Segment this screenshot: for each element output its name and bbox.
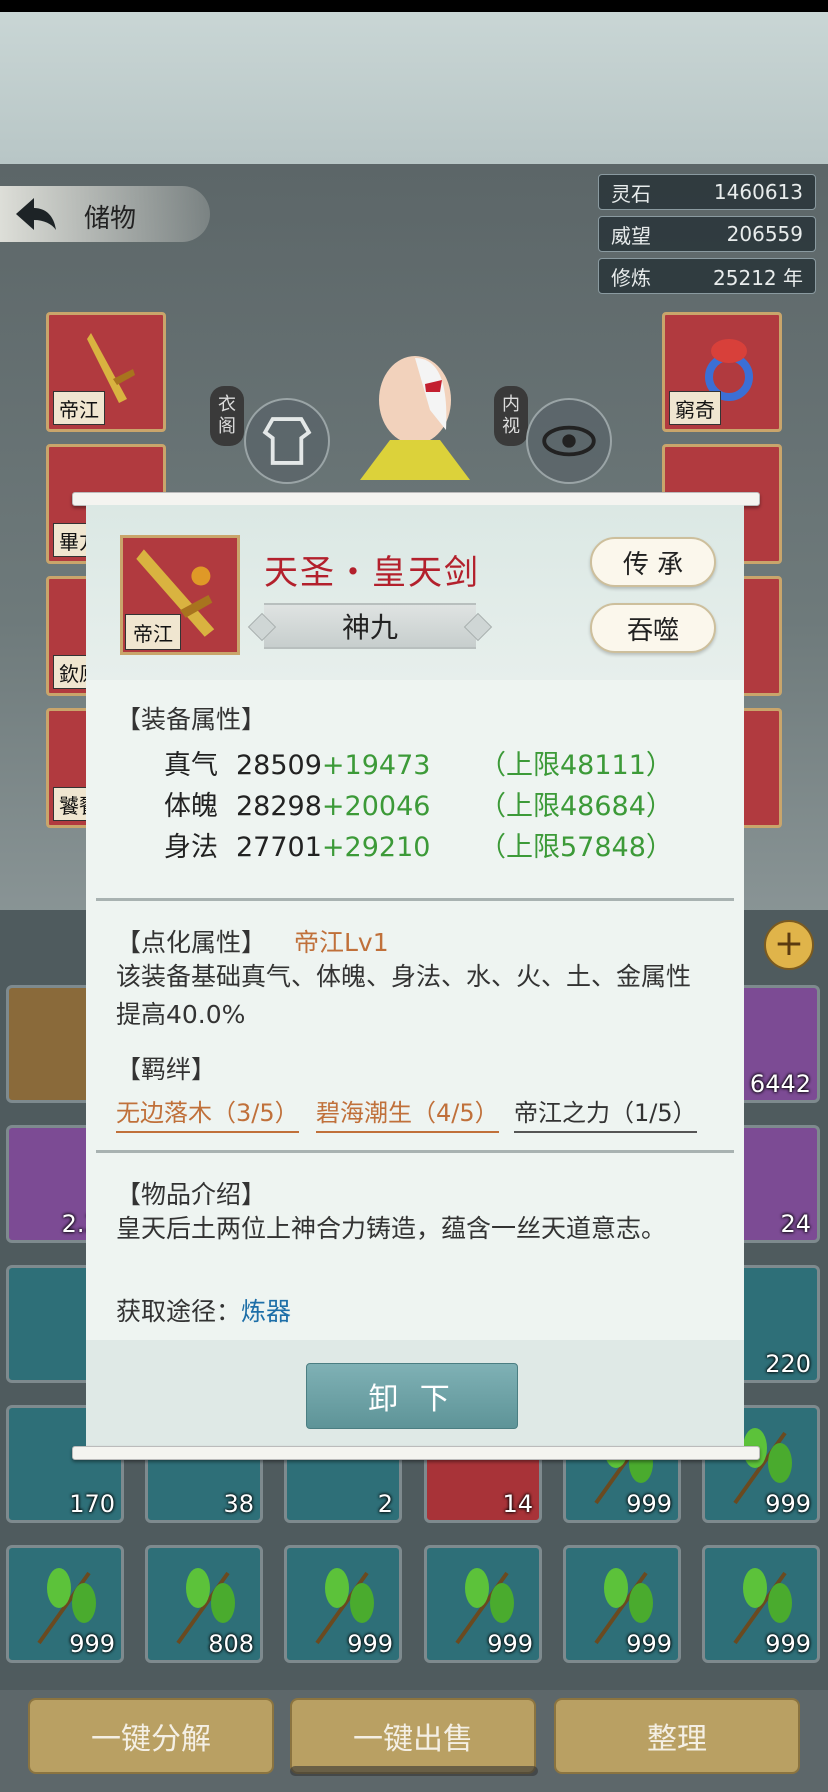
home-indicator (290, 1766, 538, 1776)
attr-row-qi: 真气 28509+19473 （上限48111） (164, 743, 673, 782)
inventory-cell[interactable]: 999 (563, 1545, 681, 1663)
resource-cultivation: 修炼 25212 年 (598, 258, 816, 294)
attr-limit: （上限48111） (479, 750, 673, 781)
attr-bonus: +29210 (321, 832, 431, 863)
item-count: 999 (765, 1630, 811, 1658)
item-detail-panel: 帝江 天圣・皇天剑 神九 传 承 吞噬 【装备属性】 真气 28509+19473… (86, 505, 744, 1447)
resource-label: 威望 (611, 223, 651, 248)
item-count: 24 (780, 1210, 811, 1238)
back-arrow-icon[interactable] (14, 194, 58, 234)
slot-glyph: 帝江 (53, 391, 105, 425)
resource-spirit-stone: 灵石 1460613 (598, 174, 816, 210)
equip-slot-ring[interactable]: 窮奇 (662, 312, 782, 432)
sell-all-button[interactable]: 一键出售 (290, 1698, 536, 1774)
source-line: 获取途径：炼器 (116, 1292, 291, 1328)
attr-label: 身法 (164, 832, 218, 863)
attr-base: 28298 (236, 791, 322, 822)
item-count: 170 (69, 1490, 115, 1518)
character-figure-icon (360, 356, 470, 480)
robe-icon (262, 417, 312, 465)
item-count: 38 (223, 1490, 254, 1518)
inner-view-label: 内视 (494, 386, 528, 446)
attr-limit: （上限57848） (479, 832, 673, 863)
item-count: 999 (765, 1490, 811, 1518)
inventory-cell[interactable]: 999 (702, 1545, 820, 1663)
inventory-cell[interactable]: 999 (424, 1545, 542, 1663)
attr-base: 28509 (236, 750, 322, 781)
resource-value: 25212 年 (713, 265, 803, 290)
item-count: 999 (626, 1630, 672, 1658)
bond-link[interactable]: 帝江之力（1/5） (514, 1093, 697, 1133)
item-rank: 神九 (264, 603, 476, 649)
equip-slot-weapon[interactable]: 帝江 (46, 312, 166, 432)
inventory-cell[interactable]: 999 (284, 1545, 402, 1663)
attr-limit: （上限48684） (479, 791, 673, 822)
organize-button[interactable]: 整理 (554, 1698, 800, 1774)
header-bar: 储物 (0, 186, 210, 242)
item-name: 天圣・皇天剑 (264, 553, 480, 593)
item-count: 808 (208, 1630, 254, 1658)
status-bar (0, 0, 828, 12)
attr-bonus: +19473 (321, 750, 431, 781)
item-count: 2 (377, 1490, 393, 1518)
attr-label: 真气 (164, 750, 218, 781)
intro-text: 皇天后土两位上神合力铸造，蕴含一丝天道意志。 (116, 1214, 667, 1243)
item-glyph: 帝江 (125, 614, 181, 650)
source-label: 获取途径： (116, 1297, 242, 1326)
scroll-rod-top (72, 492, 760, 506)
wardrobe-label: 衣阁 (210, 386, 244, 446)
expand-capacity-button[interactable]: + (764, 920, 814, 970)
refine-description: 该装备基础真气、体魄、身法、水、火、土、金属性提高40.0% (116, 962, 692, 1029)
inherit-button[interactable]: 传 承 (590, 537, 716, 587)
refine-name: 帝江Lv1 (293, 928, 389, 957)
inventory-cell[interactable]: 999 (6, 1545, 124, 1663)
item-count: 220 (765, 1350, 811, 1378)
bond-title: 【羁绊】 (116, 1055, 217, 1084)
character-avatar (330, 340, 500, 500)
divider (96, 898, 734, 901)
attr-label: 体魄 (164, 791, 218, 822)
item-count: 999 (626, 1490, 672, 1518)
attr-base: 27701 (236, 832, 322, 863)
devour-button[interactable]: 吞噬 (590, 603, 716, 653)
wardrobe-button[interactable] (244, 398, 330, 484)
inner-view-button[interactable] (526, 398, 612, 484)
unequip-button[interactable]: 卸 下 (306, 1363, 518, 1429)
item-count: 999 (347, 1630, 393, 1658)
resource-prestige: 威望 206559 (598, 216, 816, 252)
slot-glyph: 窮奇 (669, 391, 721, 425)
resource-value: 1460613 (713, 180, 803, 204)
divider (96, 1150, 734, 1153)
page-title: 储物 (84, 204, 137, 234)
resource-value: 206559 (726, 222, 803, 246)
refine-title: 【点化属性】 帝江Lv1 (116, 923, 389, 959)
refine-label: 【点化属性】 (116, 928, 267, 957)
item-count: 14 (502, 1490, 533, 1518)
bond-link[interactable]: 无边落木（3/5） (116, 1093, 299, 1133)
attr-bonus: +20046 (321, 791, 431, 822)
attr-row-body: 体魄 28298+20046 （上限48684） (164, 784, 673, 823)
inventory-cell[interactable]: 808 (145, 1545, 263, 1663)
item-count: 6442 (749, 1070, 811, 1098)
scroll-rod-bottom (72, 1446, 760, 1460)
decompose-all-button[interactable]: 一键分解 (28, 1698, 274, 1774)
intro-title: 【物品介绍】 (116, 1180, 267, 1209)
bond-link[interactable]: 碧海潮生（4/5） (316, 1093, 499, 1133)
item-count: 999 (487, 1630, 533, 1658)
item-rank-text: 神九 (341, 611, 398, 644)
item-count: 999 (69, 1630, 115, 1658)
source-link[interactable]: 炼器 (241, 1297, 291, 1326)
equip-attrs-title: 【装备属性】 (116, 705, 267, 734)
resource-label: 修炼 (611, 265, 651, 290)
attr-row-agility: 身法 27701+29210 （上限57848） (164, 825, 673, 864)
resource-label: 灵石 (611, 181, 651, 206)
item-icon: 帝江 (120, 535, 240, 655)
background-sky (0, 12, 828, 164)
eye-icon (542, 425, 596, 457)
